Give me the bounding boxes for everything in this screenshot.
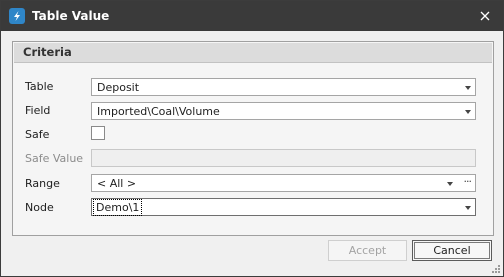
dialog-window: Table Value Criteria Table Deposit Field…	[0, 0, 504, 277]
title-bar[interactable]: Table Value	[1, 1, 503, 31]
chevron-down-icon[interactable]	[465, 86, 471, 90]
safe-label: Safe	[25, 128, 50, 141]
range-value: < All >	[97, 177, 137, 190]
accept-button[interactable]: Accept	[328, 240, 407, 261]
node-value[interactable]: Demo\1	[92, 199, 143, 216]
field-label: Field	[25, 104, 51, 117]
window-title: Table Value	[32, 9, 110, 23]
node-combo[interactable]: Demo\1	[91, 198, 476, 216]
table-combo[interactable]: Deposit	[91, 78, 476, 96]
node-label: Node	[25, 201, 54, 214]
safe-value-input	[91, 149, 476, 167]
safe-value-label: Safe Value	[25, 152, 84, 165]
ellipsis-icon[interactable]: ···	[464, 175, 472, 188]
criteria-header: Criteria	[14, 43, 492, 63]
close-icon	[480, 11, 490, 21]
cancel-button[interactable]: Cancel	[412, 240, 492, 261]
safe-checkbox[interactable]	[91, 126, 105, 140]
field-value: Imported\Coal\Volume	[97, 105, 220, 118]
app-logo-icon	[9, 8, 25, 24]
resize-grip-icon[interactable]	[491, 264, 501, 274]
accept-label: Accept	[348, 244, 387, 257]
chevron-down-icon[interactable]	[465, 206, 471, 210]
table-value: Deposit	[97, 81, 140, 94]
criteria-group: Criteria Table Deposit Field Imported\Co…	[12, 41, 494, 236]
chevron-down-icon[interactable]	[465, 110, 471, 114]
range-combo[interactable]: < All > ···	[91, 174, 476, 192]
chevron-down-icon[interactable]	[447, 182, 453, 186]
range-label: Range	[25, 177, 60, 190]
table-label: Table	[25, 80, 54, 93]
field-combo[interactable]: Imported\Coal\Volume	[91, 102, 476, 120]
cancel-label: Cancel	[433, 244, 471, 257]
close-button[interactable]	[475, 6, 495, 26]
criteria-title: Criteria	[23, 45, 72, 59]
